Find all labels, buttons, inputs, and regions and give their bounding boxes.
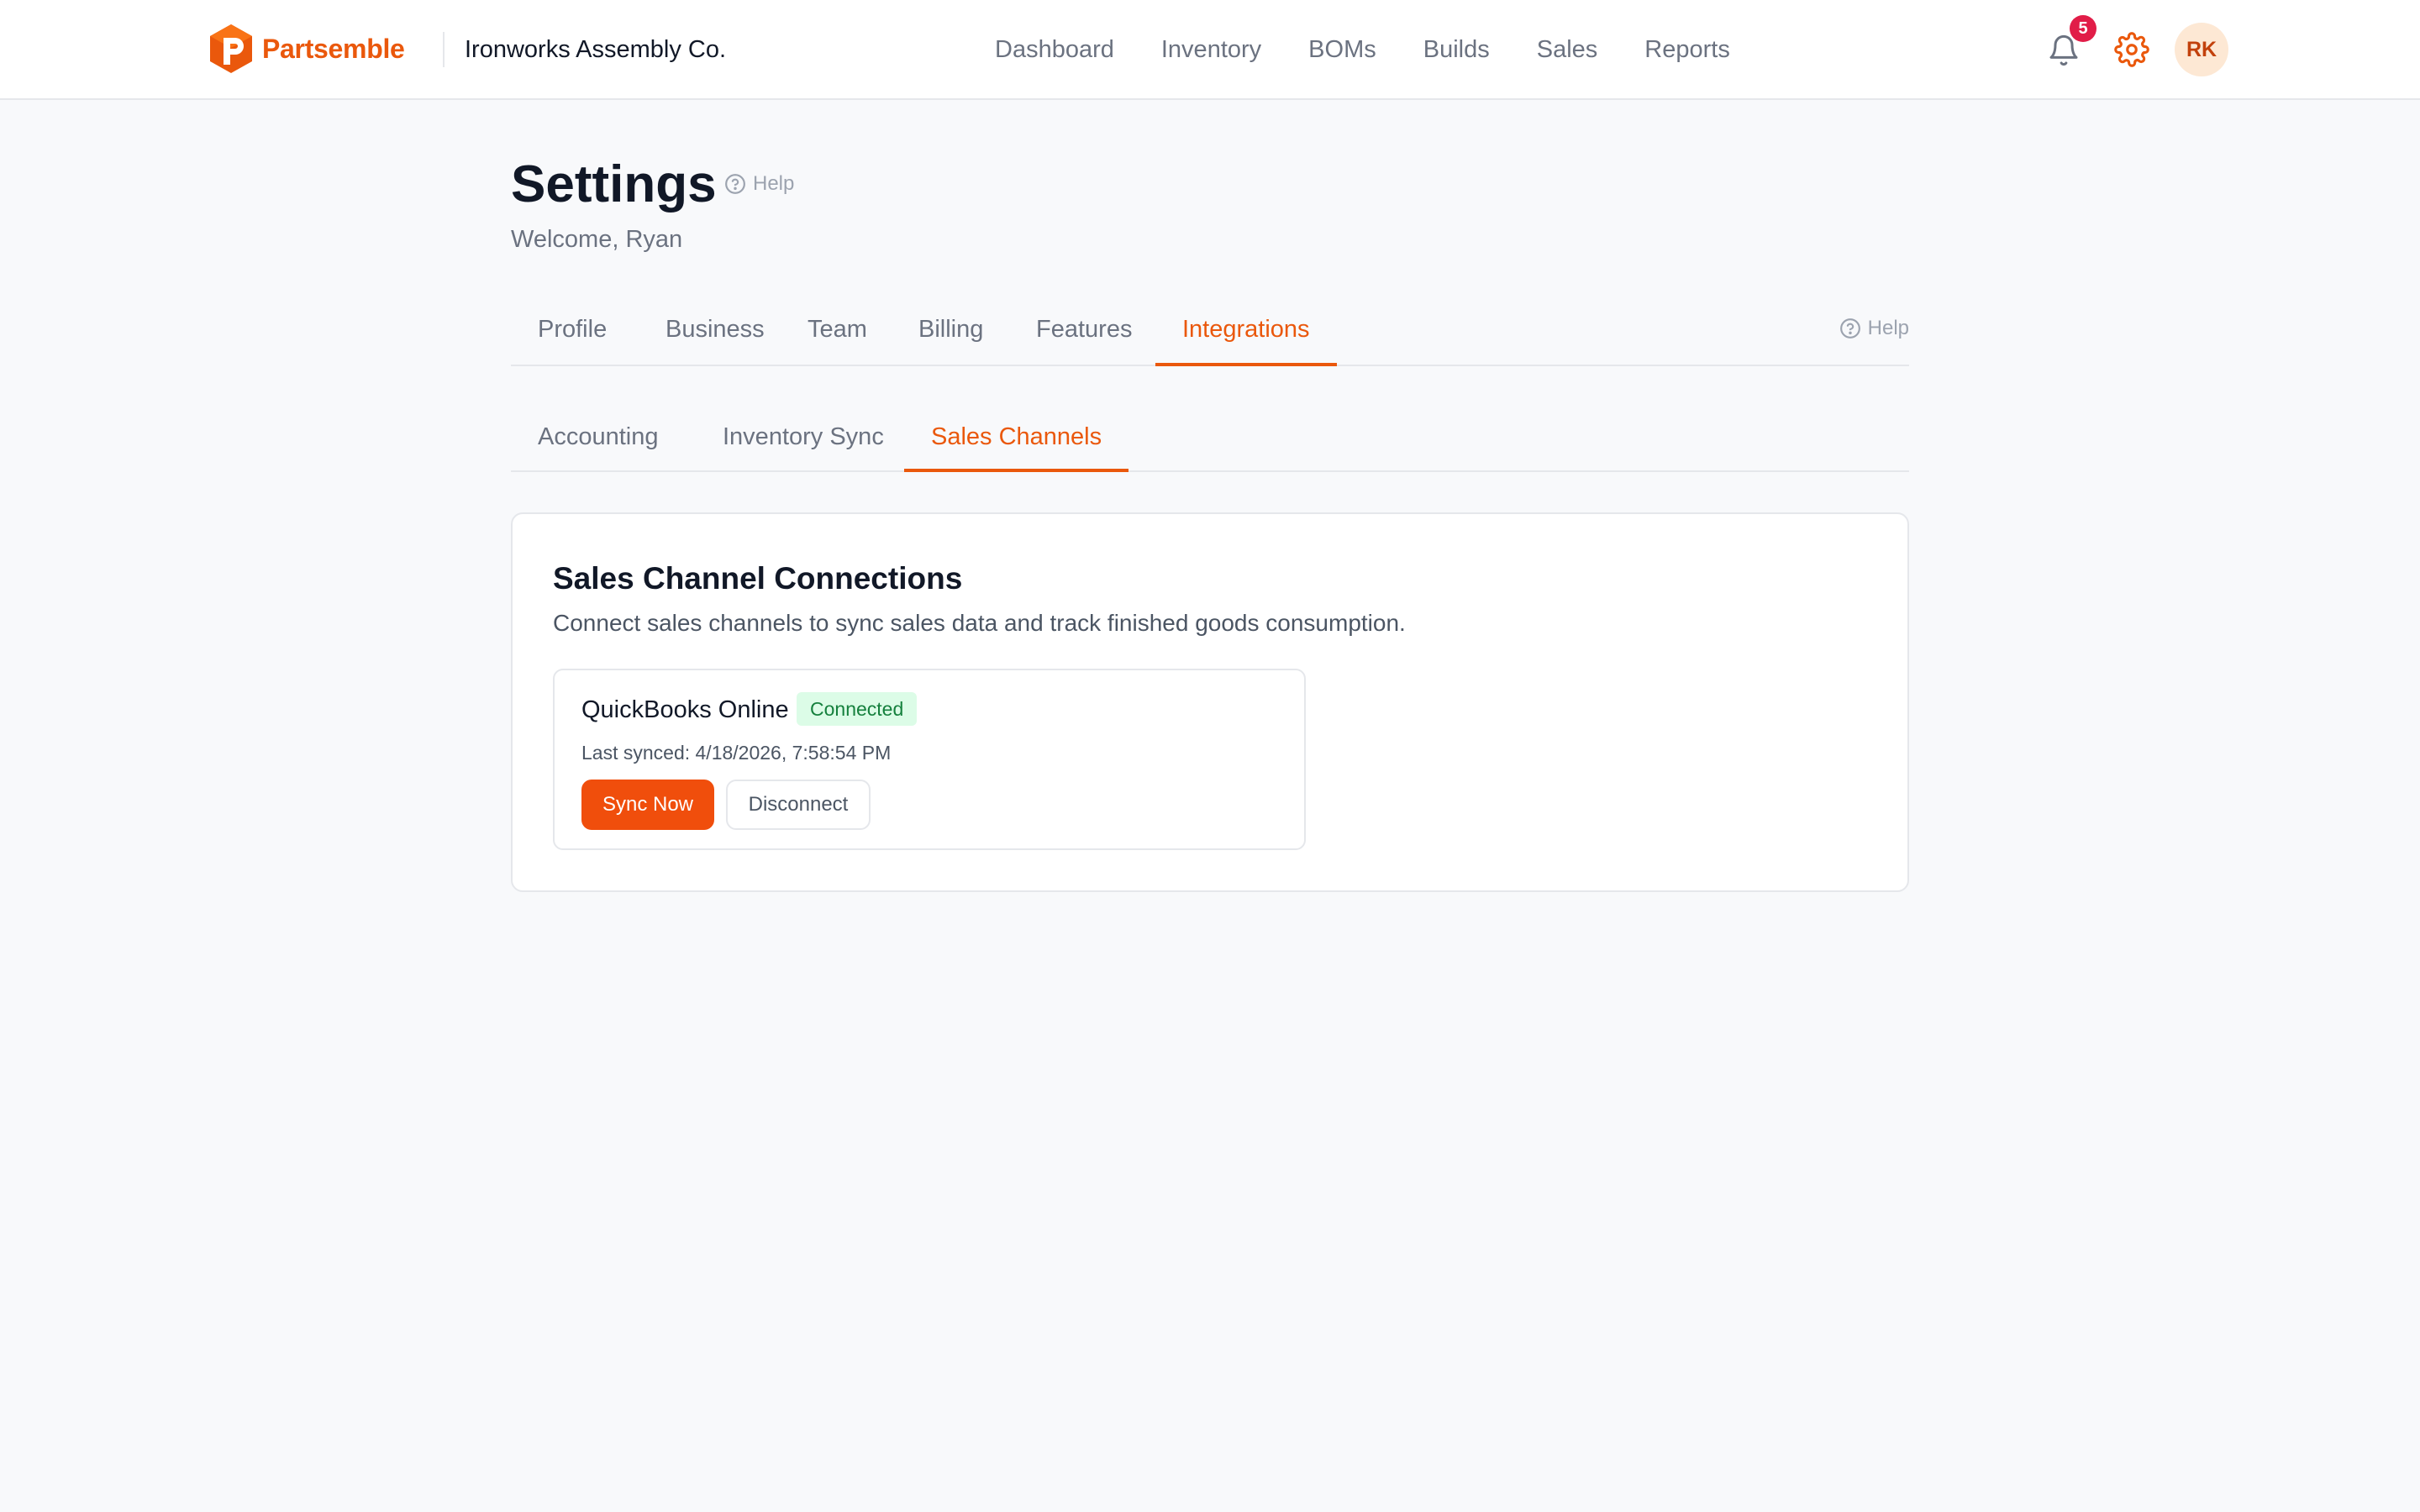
tab-team[interactable]: Team [781, 304, 894, 366]
subtab-inventory-sync[interactable]: Inventory Sync [696, 412, 911, 472]
brand[interactable]: Partsemble [207, 22, 405, 76]
help-label: Help [753, 172, 795, 195]
tabs-help-link[interactable]: Help [1839, 316, 1909, 341]
avatar[interactable]: RK [2175, 23, 2228, 76]
gear-icon[interactable] [2114, 32, 2149, 67]
help-label: Help [1867, 317, 1909, 339]
status-badge: Connected [797, 692, 918, 726]
partsemble-logo-icon [210, 24, 252, 73]
nav-sales[interactable]: Sales [1537, 34, 1598, 66]
nav-boms[interactable]: BOMs [1308, 34, 1376, 66]
sales-channel-card: Sales Channel Connections Connect sales … [511, 512, 1909, 892]
disconnect-button[interactable]: Disconnect [726, 780, 871, 830]
main-nav: Dashboard Inventory BOMs Builds Sales Re… [995, 34, 1730, 66]
top-navbar: Partsemble Ironworks Assembly Co. Dashbo… [0, 0, 2420, 100]
tab-features[interactable]: Features [1009, 304, 1159, 366]
brand-name: Partsemble [262, 33, 405, 64]
notification-badge: 5 [2070, 15, 2096, 42]
page-title: Settings [511, 155, 717, 213]
company-name: Ironworks Assembly Co. [465, 36, 727, 63]
subtab-accounting[interactable]: Accounting [511, 412, 686, 472]
help-circle-icon [725, 174, 745, 194]
connection-item: QuickBooks Online Connected Last synced:… [553, 669, 1306, 850]
nav-reports[interactable]: Reports [1644, 34, 1730, 66]
sync-now-button[interactable]: Sync Now [581, 780, 714, 830]
brand-divider [443, 32, 445, 67]
card-description: Connect sales channels to sync sales dat… [553, 610, 1406, 636]
settings-tabs: Profile Business Team Billing Features I… [511, 304, 1909, 366]
connection-name: QuickBooks Online [581, 696, 789, 723]
title-help-link[interactable]: Help [724, 171, 794, 197]
integration-subtabs: Accounting Inventory Sync Sales Channels [511, 412, 1909, 472]
tab-integrations[interactable]: Integrations [1155, 304, 1337, 366]
card-title: Sales Channel Connections [553, 561, 963, 596]
tab-profile[interactable]: Profile [511, 304, 634, 366]
tab-billing[interactable]: Billing [892, 304, 1010, 366]
nav-builds[interactable]: Builds [1423, 34, 1490, 66]
nav-inventory[interactable]: Inventory [1161, 34, 1261, 66]
subtab-sales-channels[interactable]: Sales Channels [904, 412, 1129, 472]
help-circle-icon [1839, 318, 1860, 339]
nav-dashboard[interactable]: Dashboard [995, 34, 1114, 66]
welcome-text: Welcome, Ryan [511, 226, 683, 253]
tab-business[interactable]: Business [639, 304, 792, 366]
last-synced-text: Last synced: 4/18/2026, 7:58:54 PM [581, 742, 892, 764]
